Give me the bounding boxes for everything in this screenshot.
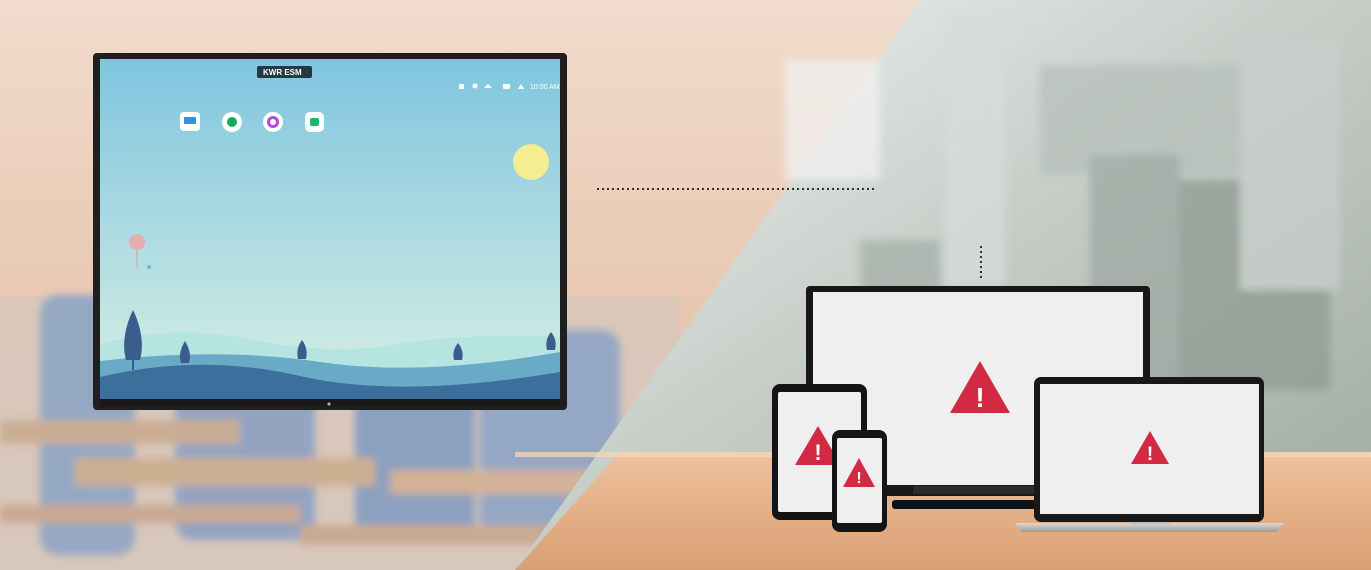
whiteboard-app-icon[interactable] bbox=[180, 112, 200, 131]
browser-app-icon[interactable] bbox=[263, 112, 283, 132]
store-app-icon[interactable] bbox=[305, 112, 324, 132]
warning-symbol: ! bbox=[1147, 444, 1153, 465]
warning-symbol: ! bbox=[814, 440, 821, 465]
top-badge: KWR ESM bbox=[263, 68, 302, 77]
status-time: 10:00 AM bbox=[530, 84, 560, 91]
display-logo bbox=[327, 402, 331, 406]
bluetooth-icon bbox=[472, 83, 478, 89]
chat-icon bbox=[503, 84, 510, 89]
interactive-display: KWR ESM 10:00 AM bbox=[93, 53, 567, 410]
sun bbox=[513, 144, 549, 180]
promo-scene: KWR ESM 10:00 AM ! ! ! ! bbox=[0, 0, 1371, 570]
warning-symbol: ! bbox=[856, 470, 861, 487]
record-app-icon[interactable] bbox=[222, 112, 242, 132]
balloon bbox=[129, 234, 145, 250]
laptop: ! bbox=[1015, 377, 1284, 532]
small-dot bbox=[147, 265, 151, 269]
cast-icon bbox=[459, 84, 464, 89]
warning-symbol: ! bbox=[975, 382, 984, 413]
smartphone: ! bbox=[832, 430, 887, 532]
